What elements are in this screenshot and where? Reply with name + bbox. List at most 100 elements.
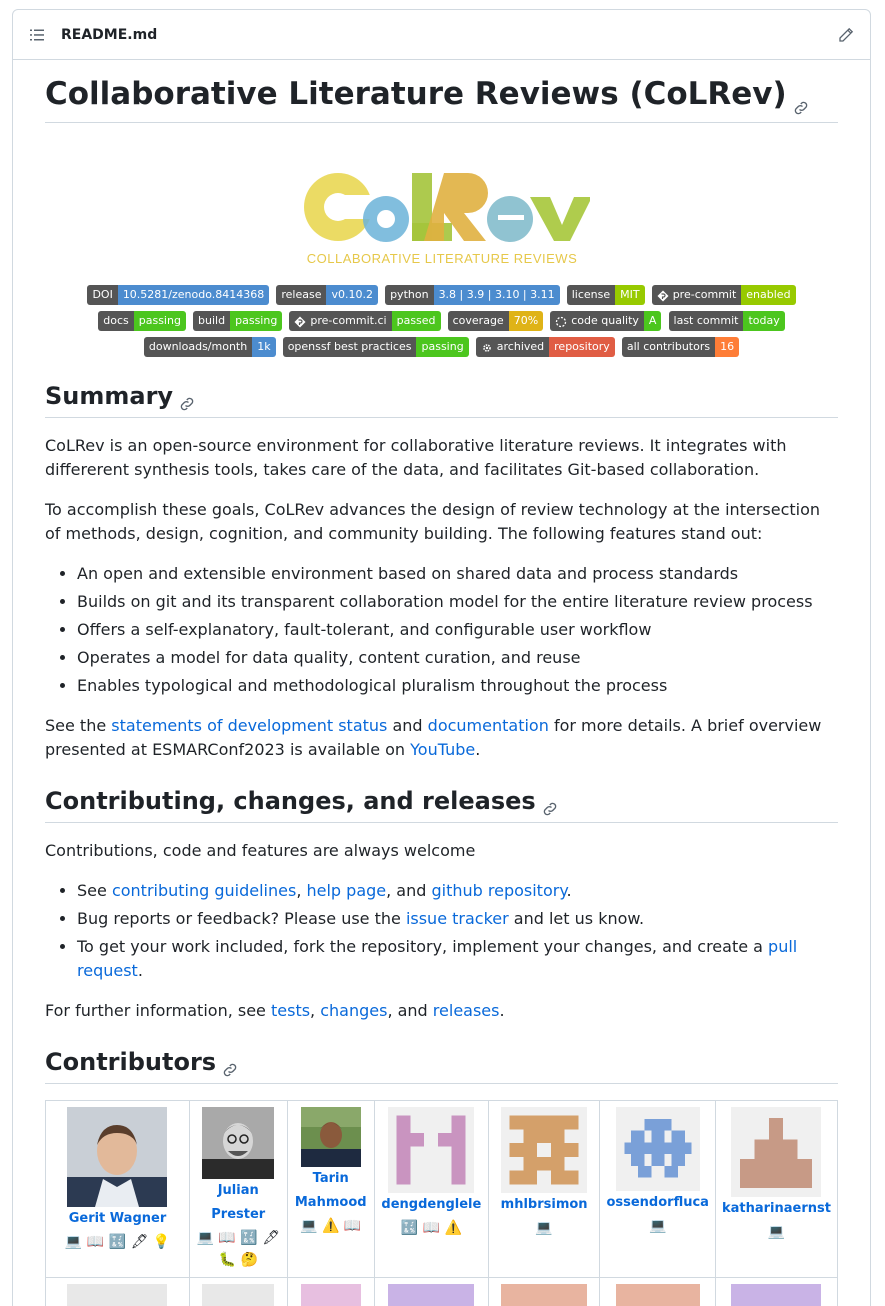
contributor-cell: dengdenglele 🔣 📖 ⚠️ <box>373 1100 489 1279</box>
summary-paragraph-2: To accomplish these goals, CoLRev advanc… <box>45 500 821 544</box>
contributor-cell <box>286 1277 375 1306</box>
colrev-logo[interactable]: COLLABORATIVE LITERATURE REVIEWS <box>294 159 590 269</box>
badge-label: python <box>385 285 434 306</box>
badge-coverage[interactable]: coverage 70% <box>447 311 544 332</box>
avatar[interactable] <box>731 1284 822 1306</box>
badge-label: coverage <box>447 311 509 332</box>
contributor-name[interactable]: mhlbrsimon <box>495 1193 594 1217</box>
documentation-link[interactable]: documentation <box>428 716 549 735</box>
badge-label-text: DOI <box>92 288 113 302</box>
table-row <box>45 1277 839 1306</box>
further-info: For further information, see tests, chan… <box>45 1001 505 1021</box>
avatar[interactable] <box>388 1107 475 1194</box>
list-item: Offers a self-explanatory, fault-toleran… <box>77 618 838 642</box>
badge-last-commit[interactable]: last commit today <box>668 311 785 332</box>
contributing-guidelines-link[interactable]: contributing guidelines <box>112 881 296 900</box>
tests-link[interactable]: tests <box>271 1001 310 1020</box>
feature-list: An open and extensible environment based… <box>45 562 838 698</box>
avatar[interactable] <box>615 1107 700 1192</box>
badge-pre-commit[interactable]: pre-commit enabled <box>651 285 796 306</box>
contributor-cell: katharinaernst 💻 <box>714 1100 839 1279</box>
pre-commit-icon <box>657 289 669 302</box>
badge-docs[interactable]: docs passing <box>98 311 186 332</box>
badge-label-text: last commit <box>673 314 739 328</box>
contributor-name[interactable]: Julian Prester <box>196 1179 281 1227</box>
readme-card: README.md Collaborative Literature Revie… <box>12 9 871 1306</box>
contributor-cell: Julian Prester 💻 📖 🔣 🖋 🐛 🤔 <box>188 1100 288 1279</box>
contributor-name[interactable]: ossendorfluca <box>606 1191 709 1215</box>
badge-pre-commit-ci[interactable]: pre-commit.ci passed <box>289 311 441 332</box>
badge-all-contributors[interactable]: all contributors 16 <box>621 337 740 358</box>
badge-downloads-month[interactable]: downloads/month 1k <box>143 337 276 358</box>
github-repository-link[interactable]: github repository <box>431 881 566 900</box>
avatar[interactable] <box>67 1107 168 1208</box>
contributor-name[interactable]: dengdenglele <box>381 1193 482 1217</box>
development-status-link[interactable]: statements of development status <box>111 716 387 735</box>
list-item: Builds on git and its transparent collab… <box>77 590 838 614</box>
badge-area: DOI 10.5281/zenodo.8414368 release v0.10.2… <box>45 285 838 358</box>
table-row: Gerit Wagner 💻 📖 🔣 🖋 💡 Julian Prester 💻 … <box>45 1100 839 1279</box>
contributor-name[interactable]: katharinaernst <box>722 1197 831 1221</box>
badge-row-2: docs passing build passing pre-commit.ci pa… <box>45 311 838 332</box>
badge-release[interactable]: release v0.10.2 <box>276 285 378 306</box>
list-item: Operates a model for data quality, conte… <box>77 646 838 670</box>
badge-value: passing <box>230 311 283 332</box>
avatar[interactable] <box>67 1284 168 1306</box>
badge-label-text: pre-commit <box>672 288 737 302</box>
avatar[interactable] <box>300 1107 361 1168</box>
badge-label-text: coverage <box>452 314 504 328</box>
list-item: See contributing guidelines, help page, … <box>77 879 838 903</box>
contributor-cell: Tarin Mahmood 💻 ⚠️ 📖 <box>286 1100 375 1279</box>
badge-value: A <box>643 311 662 332</box>
badge-value: 3.8 | 3.9 | 3.10 | 3.11 <box>433 285 560 306</box>
gear-icon <box>481 341 493 353</box>
link-anchor-icon[interactable] <box>222 1055 238 1077</box>
badge-value: 70% <box>508 311 544 332</box>
badge-doi[interactable]: DOI 10.5281/zenodo.8414368 <box>87 285 270 306</box>
avatar[interactable] <box>615 1284 700 1306</box>
avatar[interactable] <box>501 1284 588 1306</box>
badge-license[interactable]: license MIT <box>566 285 645 306</box>
link-anchor-icon[interactable] <box>179 389 195 411</box>
avatar[interactable] <box>202 1284 275 1306</box>
contributing-heading: Contributing, changes, and releases <box>45 786 838 824</box>
badge-label-text: python <box>390 288 429 302</box>
badge-value: passed <box>391 311 441 332</box>
page-title: Collaborative Literature Reviews (CoLRev… <box>45 60 838 124</box>
help-page-link[interactable]: help page <box>306 881 386 900</box>
link-anchor-icon[interactable] <box>793 88 809 114</box>
badge-label: DOI <box>87 285 118 306</box>
contributing-list: See contributing guidelines, help page, … <box>45 879 838 983</box>
issue-tracker-link[interactable]: issue tracker <box>406 909 509 928</box>
badge-value: enabled <box>741 285 796 306</box>
contributor-name[interactable]: Gerit Wagner <box>52 1207 183 1231</box>
avatar[interactable] <box>300 1284 361 1306</box>
link-anchor-icon[interactable] <box>542 794 558 816</box>
badge-python[interactable]: python 3.8 | 3.9 | 3.10 | 3.11 <box>385 285 560 306</box>
badge-value: passing <box>133 311 186 332</box>
badge-label-text: build <box>198 314 226 328</box>
contributor-name[interactable]: Tarin Mahmood <box>294 1167 368 1215</box>
badge-openssf-best-practices[interactable]: openssf best practices passing <box>282 337 469 358</box>
badge-code-quality[interactable]: code quality A <box>550 311 662 332</box>
badge-label-text: code quality <box>571 314 639 328</box>
badge-value: v0.10.2 <box>326 285 378 306</box>
summary-paragraph-3: See the statements of development status… <box>45 716 822 760</box>
list-item: Enables typological and methodological p… <box>77 674 838 698</box>
youtube-link[interactable]: YouTube <box>410 740 475 759</box>
badge-archived[interactable]: archived repository <box>475 337 615 358</box>
avatar[interactable] <box>731 1107 822 1198</box>
badge-build[interactable]: build passing <box>193 311 283 332</box>
summary-heading: Summary <box>45 381 838 419</box>
avatar[interactable] <box>388 1284 475 1306</box>
releases-link[interactable]: releases <box>433 1001 500 1020</box>
contributor-cell: ossendorfluca 💻 <box>599 1100 716 1279</box>
outline-list-icon[interactable] <box>29 27 45 43</box>
avatar[interactable] <box>501 1107 588 1194</box>
avatar[interactable] <box>202 1107 275 1180</box>
contributor-cell <box>714 1277 839 1306</box>
pencil-edit-icon[interactable] <box>838 27 854 43</box>
changes-link[interactable]: changes <box>320 1001 387 1020</box>
contributor-cell <box>373 1277 489 1306</box>
contributors-heading: Contributors <box>45 1047 838 1085</box>
